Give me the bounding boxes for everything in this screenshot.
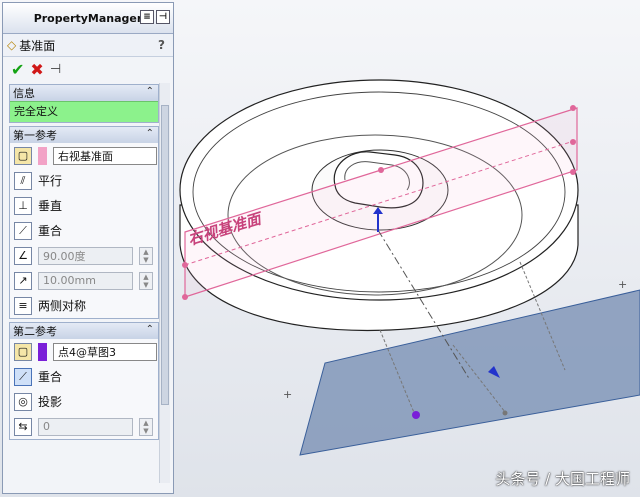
feature-title-bar: ◇ 基准面 ? [3, 34, 173, 57]
angle-input[interactable]: 90.00度 [38, 246, 133, 265]
collapse-chevron-icon[interactable]: ⌃ [146, 86, 154, 97]
second-reference-header[interactable]: 第二参考 ⌃ [10, 323, 158, 339]
face-select-icon: ▢ [14, 342, 32, 361]
angle-icon[interactable]: ∠ [14, 246, 32, 265]
watermark: 头条号 / 大国工程师 [495, 470, 630, 488]
scrollbar-thumb[interactable] [161, 105, 169, 405]
option-coincident[interactable]: ⟋ 重合 [10, 218, 158, 243]
sketch-point [502, 410, 508, 416]
face-select-icon: ▢ [14, 146, 32, 165]
property-manager-tab[interactable]: PropertyManager ≡ ⊣ [3, 3, 173, 34]
second-reference-field[interactable]: 点4@草图3 [53, 342, 157, 361]
first-reference-section: 第一参考 ⌃ ▢ 右视基准面 ⫽ 平行 ⊥ 垂直 ⟋ 重合 ∠ 90.00度 ▲… [9, 126, 159, 319]
panel-menu-icon[interactable]: ≡ [140, 10, 154, 24]
option-perpendicular[interactable]: ⊥ 垂直 [10, 193, 158, 218]
property-manager-panel: PropertyManager ≡ ⊣ ◇ 基准面 ? ✔ ✖ ⊣ 信息 ⌃ 完… [2, 2, 174, 494]
count-input[interactable]: 0 [38, 417, 133, 436]
option-parallel[interactable]: ⫽ 平行 [10, 168, 158, 193]
count-spinner[interactable]: ▲ ▼ [139, 417, 153, 436]
angle-spinner[interactable]: ▲ ▼ [139, 246, 153, 265]
panel-title: PropertyManager [33, 11, 143, 25]
point4-marker[interactable] [412, 411, 420, 419]
pin-icon[interactable]: ⊣ [156, 10, 170, 24]
distance-input[interactable]: 10.00mm [38, 271, 133, 290]
angle-row: ∠ 90.00度 ▲ ▼ [10, 243, 158, 268]
help-button[interactable]: ? [158, 38, 165, 52]
panel-scrollbar[interactable] [159, 83, 170, 483]
option-coincident-2[interactable]: ⟋ 重合 [10, 364, 158, 389]
instances-icon[interactable]: ⇆ [14, 417, 32, 436]
origin-cross-right: + [618, 278, 627, 291]
plane-feature-icon: ◇ [7, 38, 17, 52]
second-reference-selection-row: ▢ 点4@草图3 [10, 339, 158, 364]
collapse-chevron-icon[interactable]: ⌃ [146, 128, 154, 139]
mid-plane-icon: ≡ [14, 296, 32, 315]
count-row: ⇆ 0 ▲ ▼ [10, 414, 158, 439]
option-mid-plane[interactable]: ≡ 两侧对称 [10, 293, 158, 318]
feature-title: 基准面 [19, 38, 56, 53]
distance-spinner[interactable]: ▲ ▼ [139, 271, 153, 290]
ok-check-icon[interactable]: ✔ [11, 60, 24, 79]
perpendicular-icon: ⊥ [14, 196, 32, 215]
info-header[interactable]: 信息 ⌃ [10, 85, 158, 101]
distance-row: ↗ 10.00mm ▲ ▼ [10, 268, 158, 293]
selection-color-swatch [38, 342, 47, 361]
action-buttons: ✔ ✖ ⊣ [3, 57, 173, 81]
collapse-chevron-icon[interactable]: ⌃ [146, 324, 154, 335]
coincident-icon: ⟋ [14, 221, 32, 240]
pushpin-icon[interactable]: ⊣ [50, 62, 61, 77]
status-message: 完全定义 [10, 101, 158, 122]
cancel-x-icon[interactable]: ✖ [30, 60, 43, 79]
coincident-icon: ⟋ [14, 367, 32, 386]
project-icon: ◎ [14, 392, 32, 411]
second-reference-section: 第二参考 ⌃ ▢ 点4@草图3 ⟋ 重合 ◎ 投影 ⇆ 0 ▲ ▼ [9, 322, 159, 440]
first-reference-selection-row: ▢ 右视基准面 [10, 143, 158, 168]
first-reference-field[interactable]: 右视基准面 [53, 146, 157, 165]
selection-color-swatch [38, 146, 47, 165]
option-project[interactable]: ◎ 投影 [10, 389, 158, 414]
first-reference-header[interactable]: 第一参考 ⌃ [10, 127, 158, 143]
parallel-icon: ⫽ [14, 171, 32, 190]
origin-cross-left: + [283, 388, 292, 401]
info-section: 信息 ⌃ 完全定义 [9, 84, 159, 123]
offset-distance-icon[interactable]: ↗ [14, 271, 32, 290]
